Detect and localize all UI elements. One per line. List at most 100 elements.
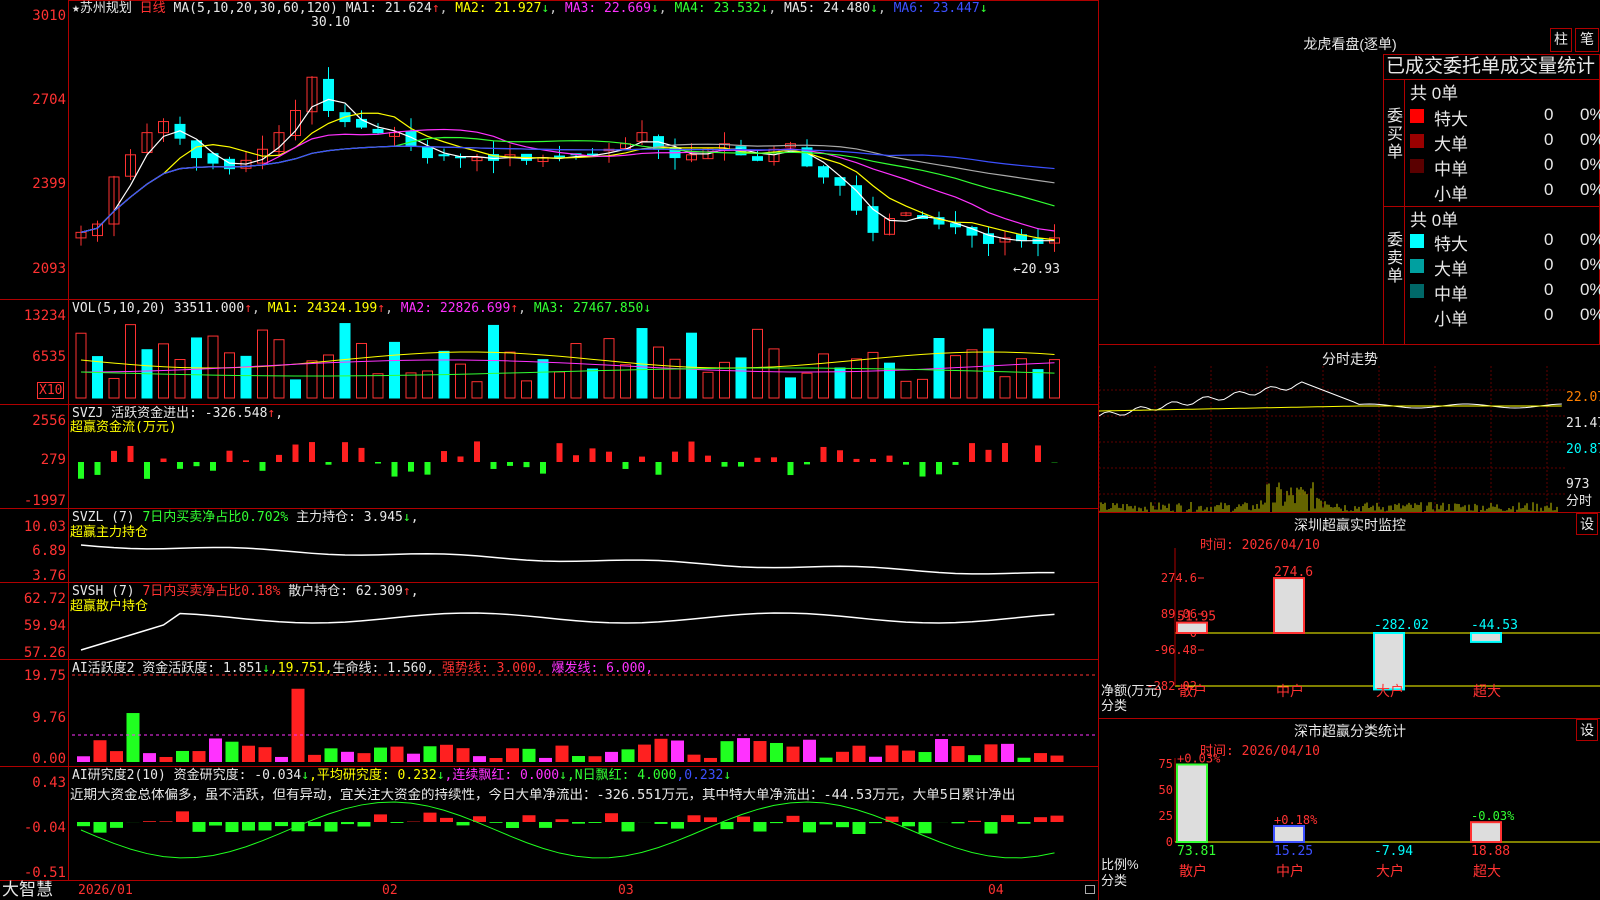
ai2-bar [143,821,156,822]
sell-row-name: 中单 [1434,285,1468,304]
buy-row-s[interactable]: 小单 0 0% [1410,180,1600,204]
ai1-bar [1034,753,1047,762]
ss-bar[interactable] [1273,824,1305,844]
ai1-bar [572,756,585,762]
candle[interactable] [719,132,730,161]
ss-chart[interactable]: 75 50 25 0 +0.03% 73.81 散户 +0.18% 15.25 中户 -7.94 大户… [1099,718,1600,900]
ma5-arrow-icon: ↓ [870,1,878,16]
vol-y-tick: 13234 [23,308,66,324]
ai1-bar [291,688,305,762]
favorite-star-icon[interactable]: ★ [72,1,80,16]
svzj-bar [936,462,942,475]
sell-row-m[interactable]: 中单 0 0% [1410,280,1600,304]
candle[interactable] [1016,228,1027,248]
ai1-bar [1017,757,1031,762]
candle[interactable] [636,120,648,145]
ma4-value: MA4: 23.532 [674,1,761,16]
svzj-bar [441,451,447,462]
candle[interactable] [306,76,318,125]
sz-bar-rect[interactable] [1273,577,1305,634]
ss-bar[interactable] [1176,763,1208,844]
svzj-bar [144,462,150,479]
candle[interactable] [504,144,516,167]
ai2-bar [291,822,305,832]
candle[interactable] [521,153,532,165]
sz-bar-rect[interactable] [1373,632,1405,691]
candle[interactable] [125,149,136,181]
sz-monitor-chart[interactable]: 274.689.060-96.48-282.0251.95散户274.6中户-2… [1099,518,1600,718]
svzj-bar [342,442,348,462]
candle[interactable] [1049,224,1060,252]
tick-mode-button[interactable]: 笔 [1575,28,1599,52]
buy-row-pct: 0% [1580,105,1600,124]
ai1-bar [984,744,998,762]
svzj-bar [886,455,893,462]
ai1-bar [803,739,816,762]
candle[interactable] [75,225,87,246]
buy-row-m[interactable]: 中单 0 0% [1410,155,1600,179]
candle[interactable] [669,138,681,170]
candle[interactable] [488,141,499,174]
candle[interactable] [999,231,1011,256]
svzj-bar [391,462,398,477]
candle[interactable] [867,196,879,242]
sz-bar[interactable] [1470,632,1502,643]
candle[interactable] [158,118,169,142]
period-label[interactable]: 日线 [140,1,166,16]
sell-row-xl[interactable]: 特大 0 0% [1410,230,1600,254]
ma5-value: MA5: 24.480 [784,1,871,16]
svzj-bar [78,462,84,479]
candle[interactable] [983,226,994,256]
buy-row-xl[interactable]: 特大 0 0% [1410,105,1600,129]
volume-bar [537,359,549,399]
ma6-value: MA6: 23.447 [893,1,980,16]
candle[interactable] [438,148,450,161]
sz-bar-rect[interactable] [1470,632,1502,643]
ai2-bar [885,816,899,822]
candle[interactable] [273,125,285,157]
sell-row-pct: 0% [1580,305,1600,324]
candle[interactable] [818,165,829,184]
candle[interactable] [372,123,384,134]
volume-bar [339,323,351,399]
candle[interactable] [537,154,549,167]
candle[interactable] [191,140,202,171]
svzj-bar [556,443,563,462]
sz-category: 大户 [1376,683,1404,700]
sz-bar[interactable] [1373,632,1405,691]
svzj-bar [127,445,134,462]
candle[interactable] [141,123,153,154]
candle[interactable] [884,213,895,236]
svzl-line [80,544,1055,575]
lock-icon[interactable] [1085,885,1095,894]
candle[interactable] [900,211,912,217]
volume-bar [900,380,912,399]
candle[interactable] [834,177,846,196]
intraday-chart[interactable] [1099,366,1600,512]
sell-row-s[interactable]: 小单 0 0% [1410,305,1600,329]
ai2-bar [770,822,783,824]
candle[interactable] [240,151,252,173]
ma4-arrow-icon: ↓ [760,1,769,16]
vol-value: 33511.000 [173,301,245,316]
buy-row-l[interactable]: 大单 0 0% [1410,130,1600,154]
x-axis: 大智慧 2026/01 02 03 04 [0,881,1098,900]
ma2-arrow-icon: ↓ [541,1,550,16]
candles[interactable] [75,67,1060,257]
buy-row-pct: 0% [1580,130,1600,149]
svzj-bar [259,462,266,471]
indicator-charts[interactable] [0,0,1100,900]
lhb-title: 龙虎看盘(逐单) [1303,36,1397,52]
sz-bar[interactable] [1273,577,1305,634]
ss-bar[interactable] [1470,821,1502,844]
bar-mode-button[interactable]: 柱 [1550,28,1572,52]
candle[interactable] [224,156,235,175]
ai2-nd: ,N日飘红: 4.000 [566,768,677,783]
vol-unit-badge[interactable]: X10 [37,382,65,399]
sell-row-l[interactable]: 大单 0 0% [1410,255,1600,279]
candle[interactable] [768,146,780,166]
svsh-line [80,612,1055,651]
volume-bar [75,332,87,399]
candle[interactable] [1032,228,1044,257]
candle[interactable] [323,67,334,118]
